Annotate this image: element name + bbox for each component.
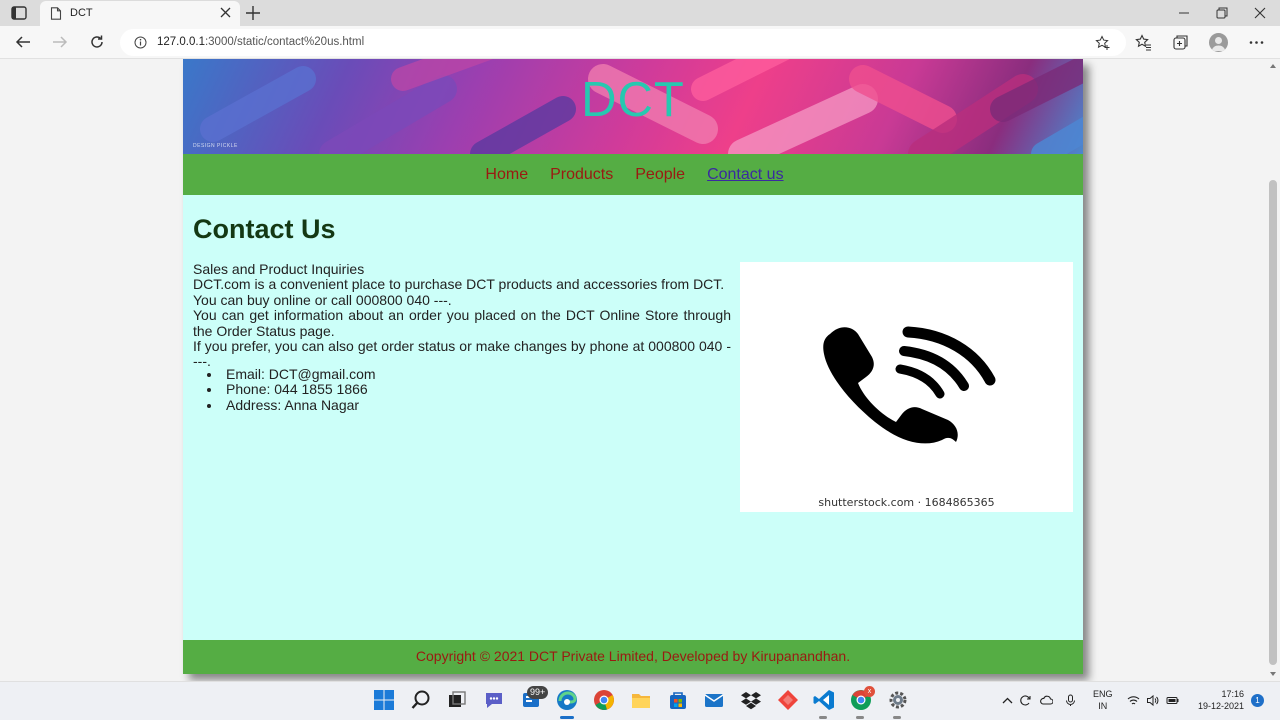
close-tab-icon[interactable] <box>220 7 231 18</box>
volume-icon[interactable] <box>1146 694 1159 707</box>
wifi-icon[interactable] <box>1127 694 1140 707</box>
refresh-icon[interactable] <box>89 34 105 50</box>
clock[interactable]: 17:16 19-12-2021 <box>1192 688 1244 712</box>
teams-chat-icon[interactable] <box>483 689 505 711</box>
store-icon[interactable] <box>667 689 689 711</box>
vertical-scrollbar[interactable] <box>1266 59 1280 681</box>
running-app-indicator <box>819 716 827 719</box>
task-view-icon[interactable] <box>446 689 468 711</box>
anydesk-icon[interactable] <box>777 689 799 711</box>
microphone-icon[interactable] <box>1064 694 1077 707</box>
page-heading: Contact Us <box>193 214 336 244</box>
contact-email: Email: DCT@gmail.com <box>207 366 376 382</box>
site-container: DCT DESIGN PICKLE Home Products People C… <box>183 59 1083 674</box>
banner: DCT DESIGN PICKLE <box>183 59 1083 154</box>
tab-actions-icon[interactable] <box>10 5 28 21</box>
nav-link-products[interactable]: Products <box>550 166 613 184</box>
running-app-indicator <box>856 716 864 719</box>
clock-date: 19-12-2021 <box>1197 701 1244 711</box>
url-text[interactable]: 127.0.0.1:3000/static/contact%20us.html <box>157 36 364 48</box>
contact-list: Email: DCT@gmail.com Phone: 044 1855 186… <box>207 366 376 413</box>
dropbox-icon[interactable] <box>740 689 762 711</box>
taskbar <box>0 681 1280 720</box>
scrollbar-thumb[interactable] <box>1269 180 1277 665</box>
collections-icon[interactable] <box>1172 34 1189 51</box>
back-icon[interactable] <box>15 34 31 50</box>
language-indicator[interactable]: ENG IN <box>1093 688 1113 712</box>
sync-icon[interactable] <box>1019 694 1032 707</box>
notification-count[interactable]: 1 <box>1251 694 1264 707</box>
phone-image: shutterstock.com · 1684865365 <box>740 262 1073 512</box>
browser-toolbar: 127.0.0.1:3000/static/contact%20us.html <box>0 26 1280 59</box>
settings-gear-icon[interactable] <box>887 689 909 711</box>
widgets-badge: 99+ <box>527 686 549 699</box>
paragraph: DCT.com is a convenient place to purchas… <box>193 276 725 293</box>
show-hidden-icons-chevron-icon[interactable] <box>1001 694 1014 707</box>
banner-credit: DESIGN PICKLE <box>193 143 238 149</box>
file-explorer-icon[interactable] <box>630 689 652 711</box>
vscode-icon[interactable] <box>813 689 835 711</box>
info-icon[interactable] <box>134 36 147 49</box>
new-tab-icon[interactable] <box>245 5 261 21</box>
site-title: DCT <box>581 73 685 127</box>
region-code: IN <box>1098 701 1108 711</box>
address-bar[interactable]: 127.0.0.1:3000/static/contact%20us.html <box>120 29 1126 56</box>
restore-icon[interactable] <box>1215 6 1229 20</box>
main-content: Contact Us Sales and Product Inquiries D… <box>183 195 1083 640</box>
scroll-down-icon[interactable] <box>1269 670 1277 678</box>
main-nav: Home Products People Contact us <box>183 154 1083 195</box>
paragraph: You can buy online or call 000800 040 --… <box>193 291 452 308</box>
onedrive-cloud-icon[interactable] <box>1040 694 1053 707</box>
phone-call-icon <box>823 326 996 444</box>
nav-link-contact-us[interactable]: Contact us <box>707 166 783 184</box>
profile-avatar[interactable] <box>1209 33 1228 52</box>
tab-title: DCT <box>70 7 93 19</box>
favorites-icon[interactable] <box>1135 34 1152 51</box>
close-window-icon[interactable] <box>1253 6 1267 20</box>
edge-browser-icon[interactable] <box>556 689 578 711</box>
battery-icon[interactable] <box>1166 694 1179 707</box>
page-viewport: DCT DESIGN PICKLE Home Products People C… <box>0 59 1266 681</box>
language-code: ENG <box>1093 689 1113 699</box>
running-app-indicator <box>893 716 901 719</box>
paragraph: You can get information about an order y… <box>193 307 731 339</box>
scroll-up-icon[interactable] <box>1269 62 1277 70</box>
paragraph: Sales and Product Inquiries <box>193 261 365 277</box>
page-icon <box>50 7 62 20</box>
nav-link-home[interactable]: Home <box>485 166 528 184</box>
active-app-indicator <box>560 716 574 719</box>
nav-link-people[interactable]: People <box>635 166 685 184</box>
browser-tab[interactable]: DCT <box>40 1 240 26</box>
profile-icon <box>1211 37 1226 51</box>
browser-tab-bar: DCT <box>0 0 1280 26</box>
forward-icon[interactable] <box>52 34 68 50</box>
search-icon[interactable] <box>410 689 432 711</box>
add-favorite-icon[interactable] <box>1095 35 1111 51</box>
inquiry-text: Sales and Product Inquiries DCT.com is a… <box>193 261 731 370</box>
site-footer: Copyright © 2021 DCT Private Limited, De… <box>183 640 1083 674</box>
minimize-icon[interactable] <box>1177 6 1191 20</box>
more-options-icon[interactable] <box>1248 34 1265 51</box>
url-path: :3000/static/contact%20us.html <box>204 36 365 48</box>
contact-address: Address: Anna Nagar <box>207 397 376 413</box>
windows-start-icon[interactable] <box>373 689 395 711</box>
url-host: 127.0.0.1 <box>157 36 205 48</box>
clock-time: 17:16 <box>1221 689 1244 699</box>
contact-phone: Phone: 044 1855 1866 <box>207 381 376 397</box>
chrome-badge: x <box>864 686 875 697</box>
mail-icon[interactable] <box>703 689 725 711</box>
image-caption: shutterstock.com · 1684865365 <box>818 496 995 509</box>
chrome-icon[interactable] <box>593 689 615 711</box>
